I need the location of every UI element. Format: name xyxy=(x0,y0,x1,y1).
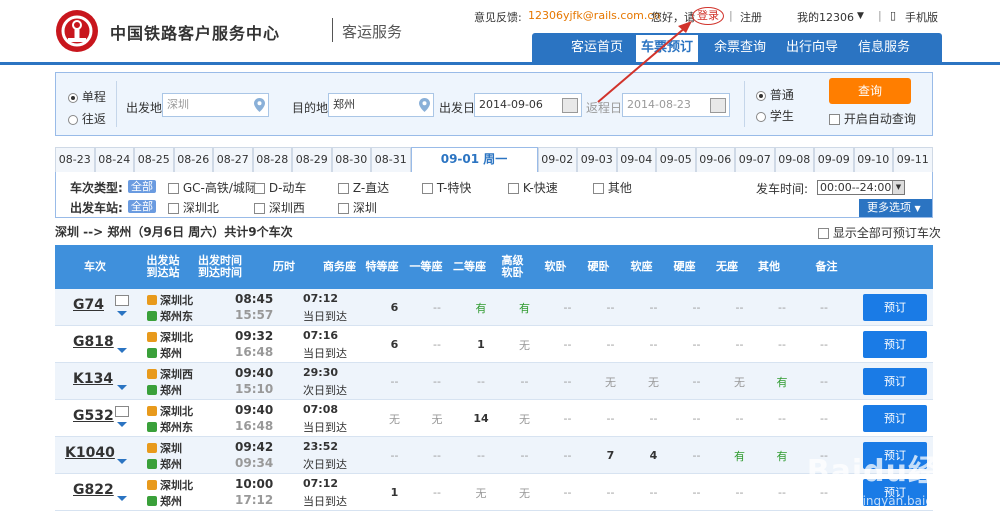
watermark-url: jingyan.baidu.com xyxy=(859,494,970,508)
annotation-arrow xyxy=(597,21,692,103)
watermark-logo: Baidu经验 xyxy=(806,454,970,489)
